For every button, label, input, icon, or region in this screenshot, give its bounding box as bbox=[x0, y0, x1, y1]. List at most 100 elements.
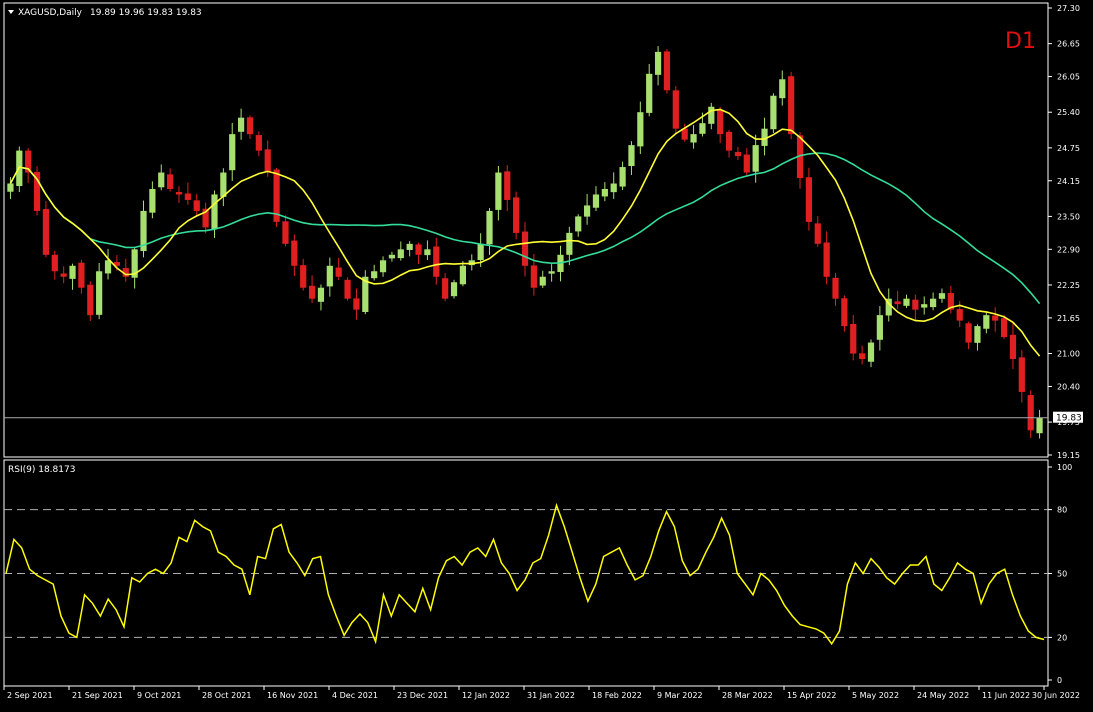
candle-body bbox=[344, 279, 351, 299]
candle-body bbox=[104, 260, 112, 274]
candle-body bbox=[894, 301, 901, 305]
time-tick-label: 11 Jun 2022 bbox=[982, 691, 1030, 700]
candle-body bbox=[743, 154, 750, 173]
rsi-tick-label: 80 bbox=[1057, 506, 1067, 515]
candle-body bbox=[752, 145, 759, 172]
candle-body bbox=[823, 242, 830, 277]
candle-body bbox=[167, 174, 174, 189]
candle-body bbox=[406, 243, 413, 250]
candle-body bbox=[805, 177, 813, 222]
candle-body bbox=[371, 271, 378, 279]
candle-body bbox=[992, 315, 999, 321]
candle-body bbox=[1036, 417, 1043, 434]
candle-body bbox=[459, 265, 467, 285]
candle-body bbox=[193, 200, 200, 211]
price-tick-label: 19.15 bbox=[1057, 451, 1080, 460]
candle-body bbox=[663, 51, 671, 91]
candle-body bbox=[965, 323, 972, 343]
candle-body bbox=[859, 353, 866, 360]
candle-body bbox=[433, 246, 440, 277]
candle-body bbox=[912, 299, 919, 310]
ohlc-label: 19.89 19.96 19.83 19.83 bbox=[90, 8, 202, 18]
time-tick-label: 9 Mar 2022 bbox=[657, 691, 703, 700]
candle-body bbox=[211, 194, 218, 229]
candle-body bbox=[246, 117, 254, 135]
time-tick-label: 28 Oct 2021 bbox=[202, 691, 251, 700]
candle-body bbox=[69, 265, 76, 279]
candle-body bbox=[477, 243, 484, 261]
candle-body bbox=[779, 79, 786, 99]
candle-body bbox=[566, 232, 573, 255]
chart-canvas[interactable]: 27.30 26.65 26.05 25.40 24.75 24.15 23.50 22.90… bbox=[0, 0, 1093, 708]
rsi-tick-label: 20 bbox=[1057, 633, 1067, 642]
candle-body bbox=[149, 188, 156, 213]
price-tick-label: 21.65 bbox=[1057, 314, 1080, 323]
candle-body bbox=[388, 254, 396, 259]
candle-body bbox=[96, 271, 103, 315]
candle-body bbox=[929, 298, 937, 308]
candle-body bbox=[513, 197, 520, 233]
candle-body bbox=[974, 326, 981, 343]
rsi-tick-label: 0 bbox=[1057, 676, 1062, 685]
candle-body bbox=[51, 254, 58, 272]
time-tick-label: 23 Dec 2021 bbox=[397, 691, 448, 700]
candle-body bbox=[326, 265, 333, 287]
time-tick-label: 21 Sep 2021 bbox=[72, 691, 123, 700]
rsi-axis: 100 80 50 20 0 bbox=[4, 463, 1072, 685]
candle-body bbox=[592, 194, 600, 208]
candle-body bbox=[725, 131, 733, 151]
candle-body bbox=[699, 123, 706, 134]
rsi-tick-label: 50 bbox=[1057, 570, 1067, 579]
candle-body bbox=[7, 183, 14, 192]
candle-body bbox=[424, 249, 431, 256]
candle-body bbox=[1000, 318, 1008, 338]
candle-body bbox=[237, 117, 245, 132]
price-tick-label: 27.30 bbox=[1057, 4, 1080, 13]
candle-body bbox=[938, 293, 946, 299]
candle-body bbox=[850, 323, 857, 354]
price-tick-label: 22.90 bbox=[1057, 245, 1080, 254]
candle-body bbox=[255, 135, 262, 151]
candle-body bbox=[397, 249, 404, 259]
main-pane-frame bbox=[3, 2, 1049, 458]
candle-body bbox=[637, 112, 644, 147]
candle-body bbox=[867, 342, 875, 362]
candle-body bbox=[876, 315, 883, 340]
candle-body bbox=[956, 309, 963, 321]
candle-body bbox=[539, 276, 546, 286]
candle-body bbox=[583, 205, 591, 217]
candle-body bbox=[921, 304, 928, 308]
symbol-label: XAGUSD,Daily bbox=[18, 8, 83, 18]
candle-body bbox=[832, 277, 839, 299]
candle-body bbox=[282, 221, 289, 244]
price-axis: 27.30 26.65 26.05 25.40 24.75 24.15 23.50 22.90… bbox=[1048, 4, 1080, 460]
price-tick-label: 20.40 bbox=[1057, 382, 1080, 391]
price-tick-label: 24.75 bbox=[1057, 144, 1080, 153]
candle-body bbox=[495, 172, 502, 210]
candlestick-series bbox=[7, 46, 1043, 439]
candle-body bbox=[184, 193, 191, 200]
candle-body bbox=[415, 244, 422, 255]
candle-body bbox=[308, 285, 316, 299]
candle-body bbox=[672, 90, 679, 129]
time-axis: 2 Sep 2021 21 Sep 2021 9 Oct 2021 28 Oct 20… bbox=[3, 686, 1080, 700]
candle-body bbox=[379, 260, 387, 273]
candle-body bbox=[264, 149, 271, 173]
candle-body bbox=[601, 188, 608, 197]
chart-window[interactable]: 27.30 26.65 26.05 25.40 24.75 24.15 23.50 22.90… bbox=[0, 0, 1093, 708]
price-tick-label: 22.25 bbox=[1057, 281, 1080, 290]
candle-body bbox=[317, 287, 325, 302]
candle-body bbox=[300, 265, 307, 288]
time-tick-label: 30 Jun 2022 bbox=[1032, 691, 1080, 700]
candle-body bbox=[708, 106, 715, 124]
candle-body bbox=[450, 282, 458, 297]
candle-body bbox=[1009, 334, 1017, 360]
candle-body bbox=[548, 271, 555, 274]
candle-body bbox=[78, 262, 85, 288]
candle-body bbox=[734, 152, 742, 157]
candle-body bbox=[1027, 395, 1034, 431]
candle-body bbox=[60, 273, 67, 277]
time-tick-label: 16 Nov 2021 bbox=[267, 691, 318, 700]
collapse-triangle-icon[interactable] bbox=[8, 10, 14, 14]
candle-body bbox=[903, 298, 910, 306]
